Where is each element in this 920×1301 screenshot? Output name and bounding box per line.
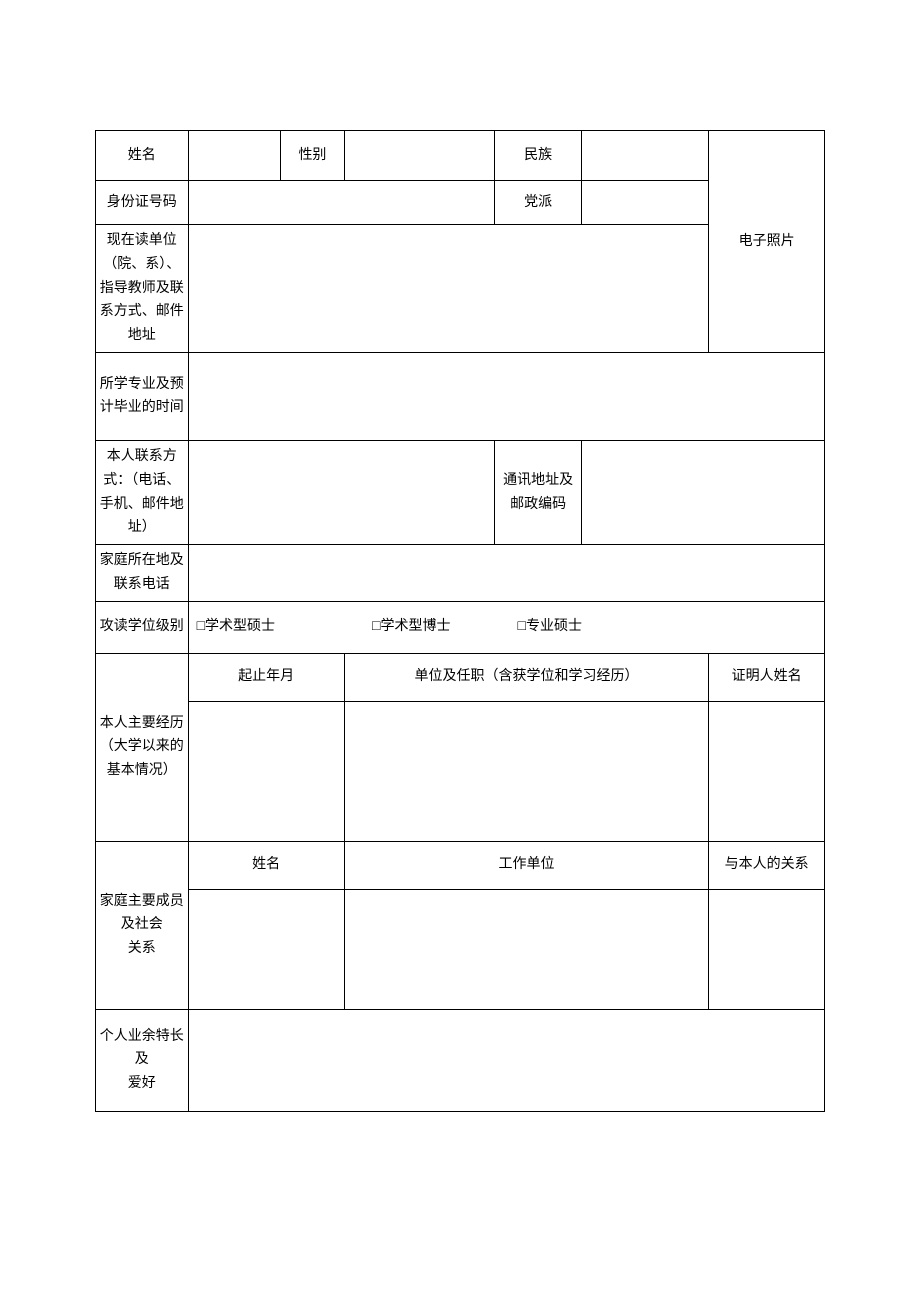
label-degree-type: 攻读学位级别	[96, 601, 189, 653]
application-form-table: 姓名 性别 民族 电子照片 身份证号码 党派 现在读单位（院、系）、指导教师及联…	[95, 130, 825, 1112]
label-exp-witness: 证明人姓名	[709, 653, 825, 701]
field-family-unit[interactable]	[344, 889, 708, 1009]
label-family-text1: 家庭主要成员及社会	[100, 894, 184, 933]
checkbox-professional-master[interactable]: □专业硕士	[518, 615, 582, 639]
label-family-relation: 与本人的关系	[709, 841, 825, 889]
label-family-unit: 工作单位	[344, 841, 708, 889]
field-address[interactable]	[581, 440, 824, 544]
checkbox-academic-doctor[interactable]: □学术型博士	[372, 615, 450, 639]
label-address: 通讯地址及邮政编码	[495, 440, 582, 544]
label-exp-dates: 起止年月	[188, 653, 344, 701]
checkbox-academic-master[interactable]: □学术型硕士	[197, 615, 275, 639]
label-family: 家庭主要成员及社会 关系	[96, 841, 189, 1009]
field-ethnicity[interactable]	[581, 131, 708, 181]
field-hobby[interactable]	[188, 1009, 824, 1111]
label-name: 姓名	[96, 131, 189, 181]
label-id-number: 身份证号码	[96, 181, 189, 225]
label-ethnicity: 民族	[495, 131, 582, 181]
label-hobby: 个人业余特长及 爱好	[96, 1009, 189, 1111]
field-contact[interactable]	[188, 440, 495, 544]
field-home[interactable]	[188, 545, 824, 602]
label-experience: 本人主要经历（大学以来的基本情况）	[96, 653, 189, 841]
field-current-unit[interactable]	[188, 225, 709, 353]
field-exp-unit[interactable]	[344, 701, 708, 841]
field-major-grad[interactable]	[188, 352, 824, 440]
field-gender[interactable]	[344, 131, 494, 181]
label-family-name: 姓名	[188, 841, 344, 889]
field-id-number[interactable]	[188, 181, 495, 225]
field-family-name[interactable]	[188, 889, 344, 1009]
label-hobby-text1: 个人业余特长及	[100, 1029, 184, 1068]
label-photo: 电子照片	[709, 131, 825, 353]
field-degree-type[interactable]: □学术型硕士 □学术型博士 □专业硕士	[188, 601, 824, 653]
label-current-unit: 现在读单位（院、系）、指导教师及联系方式、邮件地址	[96, 225, 189, 353]
label-gender: 性别	[281, 131, 345, 181]
field-exp-dates[interactable]	[188, 701, 344, 841]
field-exp-witness[interactable]	[709, 701, 825, 841]
label-home: 家庭所在地及联系电话	[96, 545, 189, 602]
label-hobby-text2: 爱好	[128, 1076, 156, 1091]
field-family-relation[interactable]	[709, 889, 825, 1009]
label-family-text2: 关系	[128, 941, 156, 956]
label-contact: 本人联系方式：（电话、手机、邮件地址）	[96, 440, 189, 544]
label-exp-unit: 单位及任职（含获学位和学习经历）	[344, 653, 708, 701]
field-party[interactable]	[581, 181, 708, 225]
label-major-grad: 所学专业及预计毕业的时间	[96, 352, 189, 440]
field-name[interactable]	[188, 131, 281, 181]
label-party: 党派	[495, 181, 582, 225]
